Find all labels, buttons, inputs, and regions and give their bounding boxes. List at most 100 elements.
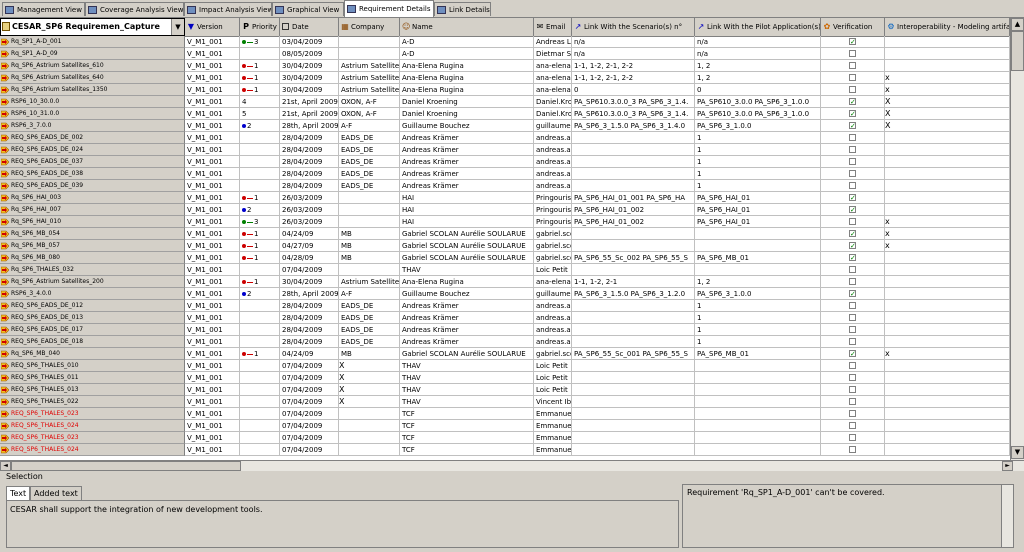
company-cell[interactable] (339, 444, 400, 456)
requirement-id[interactable]: RSP6_3_7.0.0 (0, 120, 185, 132)
date-cell[interactable]: 30/04/2009 (280, 84, 339, 96)
verification-checkbox[interactable] (849, 410, 856, 417)
name-cell[interactable]: A-D (400, 36, 534, 48)
tab-coverage-analysis-view[interactable]: Coverage Analysis View (85, 2, 184, 16)
scen-cell[interactable]: PA_SP6_55_Sc_002 PA_SP6_55_S (572, 252, 695, 264)
table-row[interactable]: Rq_SP6_HAI_007 V_M1_001 2 26/03/2009 HAI Prin… (0, 204, 1010, 216)
priority-cell[interactable] (240, 156, 280, 168)
email-cell[interactable]: andreas.a.k (534, 336, 572, 348)
email-cell[interactable]: Pringouris (534, 192, 572, 204)
date-cell[interactable]: 28/04/2009 (280, 336, 339, 348)
priority-cell[interactable] (240, 420, 280, 432)
priority-cell[interactable]: 4 (240, 96, 280, 108)
version-cell[interactable]: V_M1_001 (185, 144, 240, 156)
verification-checkbox[interactable] (849, 398, 856, 405)
interop-cell[interactable] (885, 276, 1010, 288)
interop-cell[interactable] (885, 300, 1010, 312)
version-cell[interactable]: V_M1_001 (185, 312, 240, 324)
scen-cell[interactable]: 1-1, 1-2, 2-1 (572, 276, 695, 288)
column-header-version[interactable]: ▼ Version (185, 18, 240, 36)
date-cell[interactable]: 28/04/2009 (280, 312, 339, 324)
verification-checkbox[interactable]: ✓ (849, 194, 856, 202)
priority-cell[interactable] (240, 48, 280, 60)
company-cell[interactable] (339, 36, 400, 48)
verification-checkbox[interactable] (849, 362, 856, 369)
pilot-cell[interactable]: PA_SP6_HAI_01 (695, 204, 821, 216)
requirement-id[interactable]: Rq_SP6_MB_054 (0, 228, 185, 240)
verification-cell[interactable] (821, 156, 885, 168)
version-cell[interactable]: V_M1_001 (185, 156, 240, 168)
scen-cell[interactable]: 0 (572, 84, 695, 96)
email-cell[interactable]: gabriel.scol (534, 348, 572, 360)
table-row[interactable]: REQ_SP6_EADS_DE_012 V_M1_001 28/04/2009 EAD… (0, 300, 1010, 312)
email-cell[interactable]: guillaume.b (534, 288, 572, 300)
version-cell[interactable]: V_M1_001 (185, 96, 240, 108)
interop-cell[interactable] (885, 336, 1010, 348)
pilot-cell[interactable]: 1 (695, 144, 821, 156)
pilot-cell[interactable]: PA_SP6_MB_01 (695, 348, 821, 360)
verification-checkbox[interactable] (849, 326, 856, 333)
email-cell[interactable]: ana-elena.r (534, 60, 572, 72)
company-cell[interactable]: EADS_DE (339, 168, 400, 180)
column-header-priority[interactable]: P Priority (240, 18, 280, 36)
version-cell[interactable]: V_M1_001 (185, 132, 240, 144)
verification-cell[interactable] (821, 264, 885, 276)
pilot-cell[interactable]: PA_SP6_3_1.0.0 (695, 120, 821, 132)
interop-cell[interactable] (885, 360, 1010, 372)
table-row[interactable]: REQ_SP6_THALES_013 V_M1_001 07/04/2009 X THA… (0, 384, 1010, 396)
email-cell[interactable]: andreas.a.k (534, 312, 572, 324)
name-cell[interactable]: HAI (400, 204, 534, 216)
email-cell[interactable]: Loic Petit (534, 360, 572, 372)
table-row[interactable]: Rq_SP6_Astrium Satellites_610 V_M1_001 1 30… (0, 60, 1010, 72)
date-cell[interactable]: 28th, April 2009 (280, 120, 339, 132)
interop-cell[interactable] (885, 444, 1010, 456)
scen-cell[interactable]: PA_SP6_HAI_01_001 PA_SP6_HA (572, 192, 695, 204)
horizontal-scroll-thumb[interactable] (11, 461, 241, 471)
verification-cell[interactable]: ✓ (821, 240, 885, 252)
version-cell[interactable]: V_M1_001 (185, 432, 240, 444)
priority-cell[interactable]: 1 (240, 240, 280, 252)
company-cell[interactable]: X (339, 396, 400, 408)
verification-checkbox[interactable]: ✓ (849, 98, 856, 106)
email-cell[interactable]: Loic Petit (534, 384, 572, 396)
requirement-id[interactable]: Rq_SP6_Astrium Satellites_1350 (0, 84, 185, 96)
verification-cell[interactable] (821, 144, 885, 156)
verification-cell[interactable] (821, 360, 885, 372)
verification-checkbox[interactable] (849, 158, 856, 165)
interop-cell[interactable]: x (885, 72, 1010, 84)
company-cell[interactable]: Astrium Satellites (339, 60, 400, 72)
verification-cell[interactable] (821, 372, 885, 384)
requirement-id[interactable]: RSP6_3_4.0.0 (0, 288, 185, 300)
requirement-id[interactable]: Rq_SP6_HAI_003 (0, 192, 185, 204)
pilot-cell[interactable] (695, 432, 821, 444)
verification-cell[interactable] (821, 72, 885, 84)
date-cell[interactable]: 21st, April 2009 (280, 108, 339, 120)
date-cell[interactable]: 30/04/2009 (280, 276, 339, 288)
version-cell[interactable]: V_M1_001 (185, 336, 240, 348)
horizontal-scrollbar[interactable]: ◄ ► (0, 460, 1024, 471)
email-cell[interactable]: andreas.a.k (534, 324, 572, 336)
pilot-cell[interactable]: PA_SP610_3.0.0 PA_SP6_3_1.0.0 (695, 108, 821, 120)
name-cell[interactable]: THAV (400, 396, 534, 408)
interop-cell[interactable] (885, 36, 1010, 48)
scen-cell[interactable]: PA_SP6_HAI_01_002 (572, 216, 695, 228)
company-cell[interactable]: EADS_DE (339, 324, 400, 336)
priority-cell[interactable]: 1 (240, 348, 280, 360)
pilot-cell[interactable]: 1 (695, 168, 821, 180)
table-row[interactable]: Rq_SP6_Astrium Satellites_200 V_M1_001 1 30… (0, 276, 1010, 288)
version-cell[interactable]: V_M1_001 (185, 228, 240, 240)
verification-cell[interactable]: ✓ (821, 288, 885, 300)
verification-cell[interactable] (821, 444, 885, 456)
verification-cell[interactable] (821, 312, 885, 324)
table-row[interactable]: REQ_SP6_EADS_DE_024 V_M1_001 28/04/2009 EAD… (0, 144, 1010, 156)
version-cell[interactable]: V_M1_001 (185, 408, 240, 420)
date-cell[interactable]: 28/04/2009 (280, 144, 339, 156)
scen-cell[interactable] (572, 408, 695, 420)
priority-cell[interactable]: 3 (240, 36, 280, 48)
table-row[interactable]: REQ_SP6_EADS_DE_013 V_M1_001 28/04/2009 EAD… (0, 312, 1010, 324)
verification-cell[interactable] (821, 168, 885, 180)
scen-cell[interactable] (572, 156, 695, 168)
email-cell[interactable]: Emmanuel (534, 444, 572, 456)
scroll-down-icon[interactable]: ▼ (1011, 446, 1024, 459)
pilot-cell[interactable]: PA_SP6_HAI_01 (695, 192, 821, 204)
